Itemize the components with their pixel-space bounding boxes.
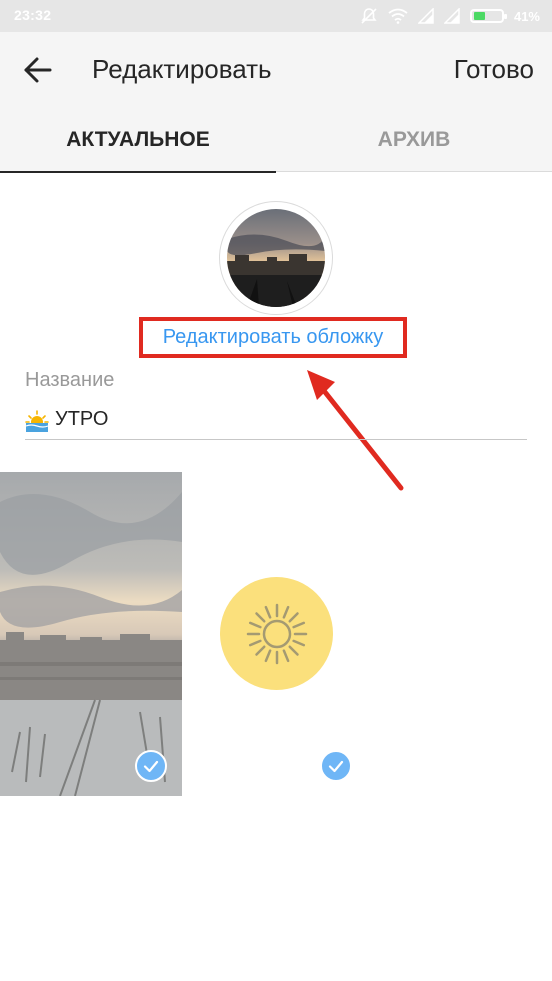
name-input[interactable]: УТРО — [25, 400, 527, 440]
story-item-photo[interactable] — [0, 472, 182, 796]
battery-percent: 41% — [513, 8, 540, 24]
battery-icon — [469, 9, 507, 23]
sunrise-emoji-icon — [25, 409, 49, 432]
status-icons: 41% — [360, 6, 540, 26]
sun-ray — [254, 644, 266, 656]
sun-ray — [264, 648, 271, 662]
tab-archive[interactable]: АРХИВ — [276, 108, 552, 172]
done-button[interactable]: Готово — [454, 54, 534, 85]
edit-cover-link[interactable]: Редактировать обложку — [139, 317, 407, 358]
sun-ray — [248, 621, 262, 628]
signal-icon — [417, 8, 434, 24]
sun-ray — [287, 644, 299, 656]
sun-ray — [291, 621, 305, 628]
sun-ray — [248, 639, 262, 646]
sun-ray — [282, 605, 289, 619]
sun-ray — [264, 605, 271, 619]
status-bar: 23:32 41% — [0, 0, 552, 32]
back-button[interactable] — [14, 50, 62, 90]
sun-sticker — [220, 577, 333, 690]
wifi-icon — [388, 8, 408, 24]
sun-ray — [282, 648, 289, 662]
selected-check-icon — [135, 750, 167, 782]
status-time: 23:32 — [14, 7, 52, 23]
signal-icon — [443, 8, 460, 24]
top-bar: Редактировать Готово — [0, 32, 552, 108]
mute-icon — [361, 8, 377, 24]
sun-ray — [287, 611, 299, 623]
story-photo-image — [0, 472, 182, 796]
selected-check-icon — [320, 750, 352, 782]
tab-bar: АКТУАЛЬНОЕ АРХИВ — [0, 108, 552, 173]
sun-ray — [291, 639, 305, 646]
battery-level — [473, 12, 485, 20]
name-label: Название — [25, 369, 115, 391]
sun-ray — [254, 611, 266, 623]
arrow-left-icon — [24, 57, 52, 83]
name-value: УТРО — [55, 408, 109, 430]
cover-image[interactable] — [227, 209, 325, 307]
tab-current[interactable]: АКТУАЛЬНОЕ — [0, 108, 276, 173]
sun-icon — [246, 603, 307, 664]
story-item-sun[interactable] — [184, 472, 366, 796]
page-title: Редактировать — [92, 54, 272, 84]
